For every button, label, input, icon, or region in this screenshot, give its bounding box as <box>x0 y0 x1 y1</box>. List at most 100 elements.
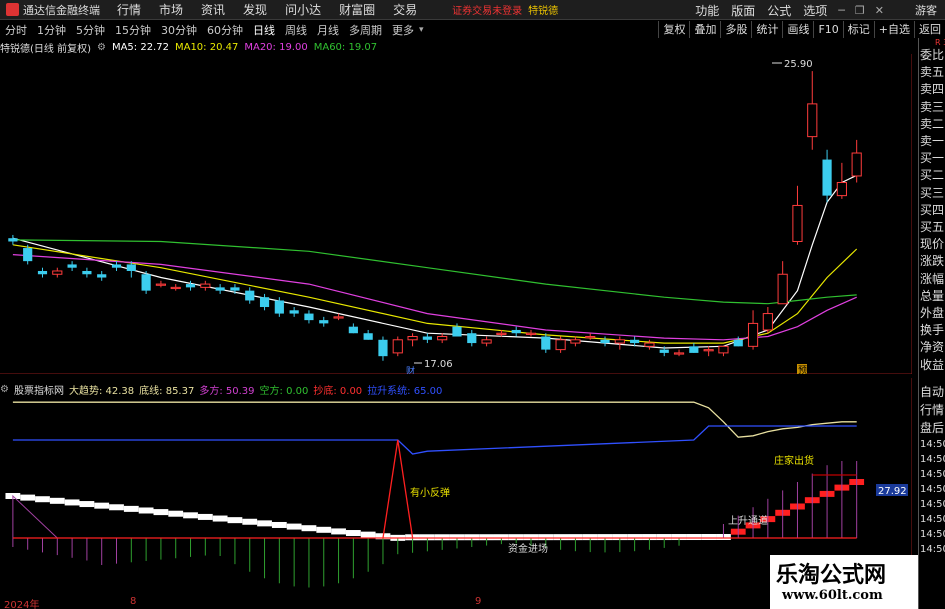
candle[interactable] <box>392 336 403 357</box>
candle-body <box>200 283 211 288</box>
candle[interactable] <box>437 333 448 344</box>
candle[interactable] <box>407 333 418 347</box>
candle[interactable] <box>259 293 270 311</box>
menu-wealth[interactable]: 财富圈 <box>330 1 384 18</box>
tool-add-watchlist[interactable]: +自选 <box>873 21 914 38</box>
candle[interactable] <box>363 329 373 340</box>
menu-formula[interactable]: 公式 <box>761 2 797 19</box>
menu-news[interactable]: 资讯 <box>192 1 234 18</box>
candle-body <box>570 339 581 344</box>
panel-header[interactable]: R 30 <box>919 38 945 47</box>
stock-title[interactable]: 特锐德(日线 前复权) <box>0 40 91 55</box>
candle[interactable] <box>777 261 788 305</box>
candle[interactable] <box>851 139 862 183</box>
guest-label[interactable]: 游客 <box>907 2 945 18</box>
candle[interactable] <box>481 336 492 347</box>
candle[interactable] <box>673 349 685 357</box>
tool-adjust[interactable]: 复权 <box>658 21 689 38</box>
candle[interactable] <box>703 346 714 357</box>
candle[interactable] <box>319 316 329 327</box>
restore-icon[interactable]: ❐ <box>850 4 870 17</box>
candle[interactable] <box>378 336 388 361</box>
panel-bottom-item-2[interactable]: 盘后 <box>919 419 945 437</box>
high-price-label: 25.90 <box>784 59 813 70</box>
top-menu-bar: 通达信金融终端 行情 市场 资讯 发现 问小达 财富圈 交易 证券交易未登录 特… <box>0 0 945 20</box>
period-intraday[interactable]: 分时 <box>0 22 32 38</box>
candle[interactable] <box>8 234 18 245</box>
period-weekly[interactable]: 周线 <box>280 22 312 38</box>
candle[interactable] <box>541 333 551 353</box>
candle[interactable] <box>141 270 151 294</box>
candle[interactable] <box>822 149 832 203</box>
period-monthly[interactable]: 月线 <box>312 22 344 38</box>
candle[interactable] <box>689 343 699 353</box>
candle[interactable] <box>37 267 48 278</box>
login-notice[interactable]: 证券交易未登录 <box>452 2 522 17</box>
menu-trade[interactable]: 交易 <box>384 1 426 18</box>
candle[interactable] <box>467 329 477 347</box>
close-icon[interactable]: ✕ <box>870 4 889 17</box>
tool-draw[interactable]: 画线 <box>782 21 813 38</box>
candle[interactable] <box>600 336 610 347</box>
period-5min[interactable]: 5分钟 <box>71 22 110 38</box>
candle[interactable] <box>97 270 107 281</box>
gear-icon[interactable]: ⚙ <box>97 42 106 53</box>
candle[interactable] <box>304 310 314 324</box>
candle[interactable] <box>422 333 432 344</box>
tool-multi-stock[interactable]: 多股 <box>720 21 751 38</box>
tool-back[interactable]: 返回 <box>914 21 945 38</box>
period-30min[interactable]: 30分钟 <box>156 22 202 38</box>
forecast-marker[interactable]: 预 <box>798 365 807 374</box>
candle[interactable] <box>82 267 92 278</box>
candle[interactable] <box>111 261 122 271</box>
period-60min[interactable]: 60分钟 <box>202 22 248 38</box>
menu-layout[interactable]: 版面 <box>725 2 761 19</box>
candle[interactable] <box>762 307 773 334</box>
menu-quotes[interactable]: 行情 <box>108 1 150 18</box>
financial-report-marker[interactable]: 财 <box>406 365 415 374</box>
candle[interactable] <box>718 345 729 357</box>
trend-bar <box>183 512 198 519</box>
candle[interactable] <box>52 267 63 278</box>
menu-ask[interactable]: 问小达 <box>276 1 330 18</box>
menu-discover[interactable]: 发现 <box>234 1 276 18</box>
tool-mark[interactable]: 标记 <box>842 21 874 38</box>
panel-bottom-item-0[interactable]: 自动 <box>919 383 945 401</box>
tool-f10[interactable]: F10 <box>813 21 842 38</box>
candle[interactable] <box>200 280 211 291</box>
tool-stats[interactable]: 统计 <box>751 21 782 38</box>
menu-options[interactable]: 选项 <box>797 2 833 19</box>
watermark-url: www.60lt.com <box>782 588 883 603</box>
chevron-down-icon[interactable]: ▾ <box>419 25 424 35</box>
candlestick-chart[interactable]: 26.0025.0024.0023.0022.0021.0020.0019.00… <box>0 54 912 374</box>
candle[interactable] <box>511 326 521 337</box>
candle[interactable] <box>245 287 255 304</box>
candle-body <box>245 290 255 301</box>
candle[interactable] <box>747 310 759 350</box>
tool-overlay[interactable]: 叠加 <box>689 21 720 38</box>
candle[interactable] <box>215 284 225 294</box>
menu-function[interactable]: 功能 <box>689 2 725 19</box>
period-1min[interactable]: 1分钟 <box>32 22 71 38</box>
candle[interactable] <box>792 185 803 245</box>
minimize-icon[interactable]: ─ <box>833 4 850 17</box>
period-more[interactable]: 更多 <box>387 22 419 38</box>
candle[interactable] <box>614 336 625 350</box>
candle[interactable] <box>348 323 358 334</box>
candle[interactable] <box>289 307 299 317</box>
menu-market[interactable]: 市场 <box>150 1 192 18</box>
candle-body <box>659 349 669 353</box>
period-multi[interactable]: 多周期 <box>344 22 387 38</box>
candle-body <box>600 339 610 344</box>
candle[interactable] <box>155 280 167 288</box>
candle[interactable] <box>67 261 77 271</box>
candle[interactable] <box>170 284 181 291</box>
candle[interactable] <box>585 333 596 340</box>
candle[interactable] <box>570 336 581 347</box>
period-daily[interactable]: 日线 <box>248 22 280 38</box>
period-15min[interactable]: 15分钟 <box>110 22 156 38</box>
candle[interactable] <box>807 71 818 150</box>
candle-body <box>111 264 122 268</box>
panel-bottom-item-1[interactable]: 行情 <box>919 401 945 419</box>
candle[interactable] <box>525 329 537 337</box>
